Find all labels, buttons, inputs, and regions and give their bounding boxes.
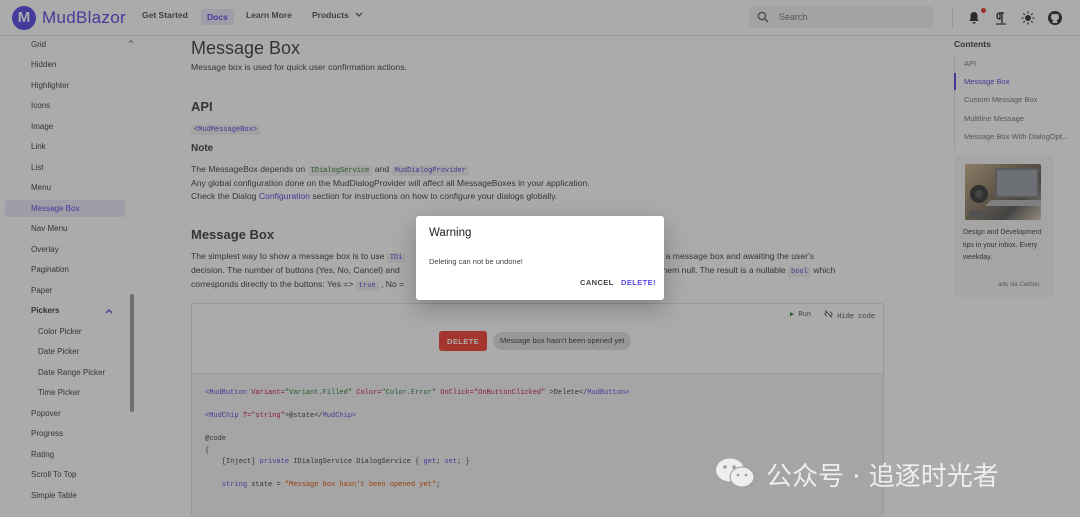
message-box-dialog: Warning Deleting can not be undone! CANC… (416, 216, 664, 300)
cancel-button[interactable]: CANCEL (580, 278, 614, 287)
wechat-icon (716, 458, 755, 488)
watermark: 公众号 · 追逐时光者 (714, 455, 1054, 493)
watermark-text: 公众号 · 追逐时光者 (766, 462, 999, 492)
dialog-title: Warning (429, 227, 472, 239)
dialog-message: Deleting can not be undone! (429, 257, 523, 266)
confirm-delete-button[interactable]: DELETE! (621, 278, 656, 287)
